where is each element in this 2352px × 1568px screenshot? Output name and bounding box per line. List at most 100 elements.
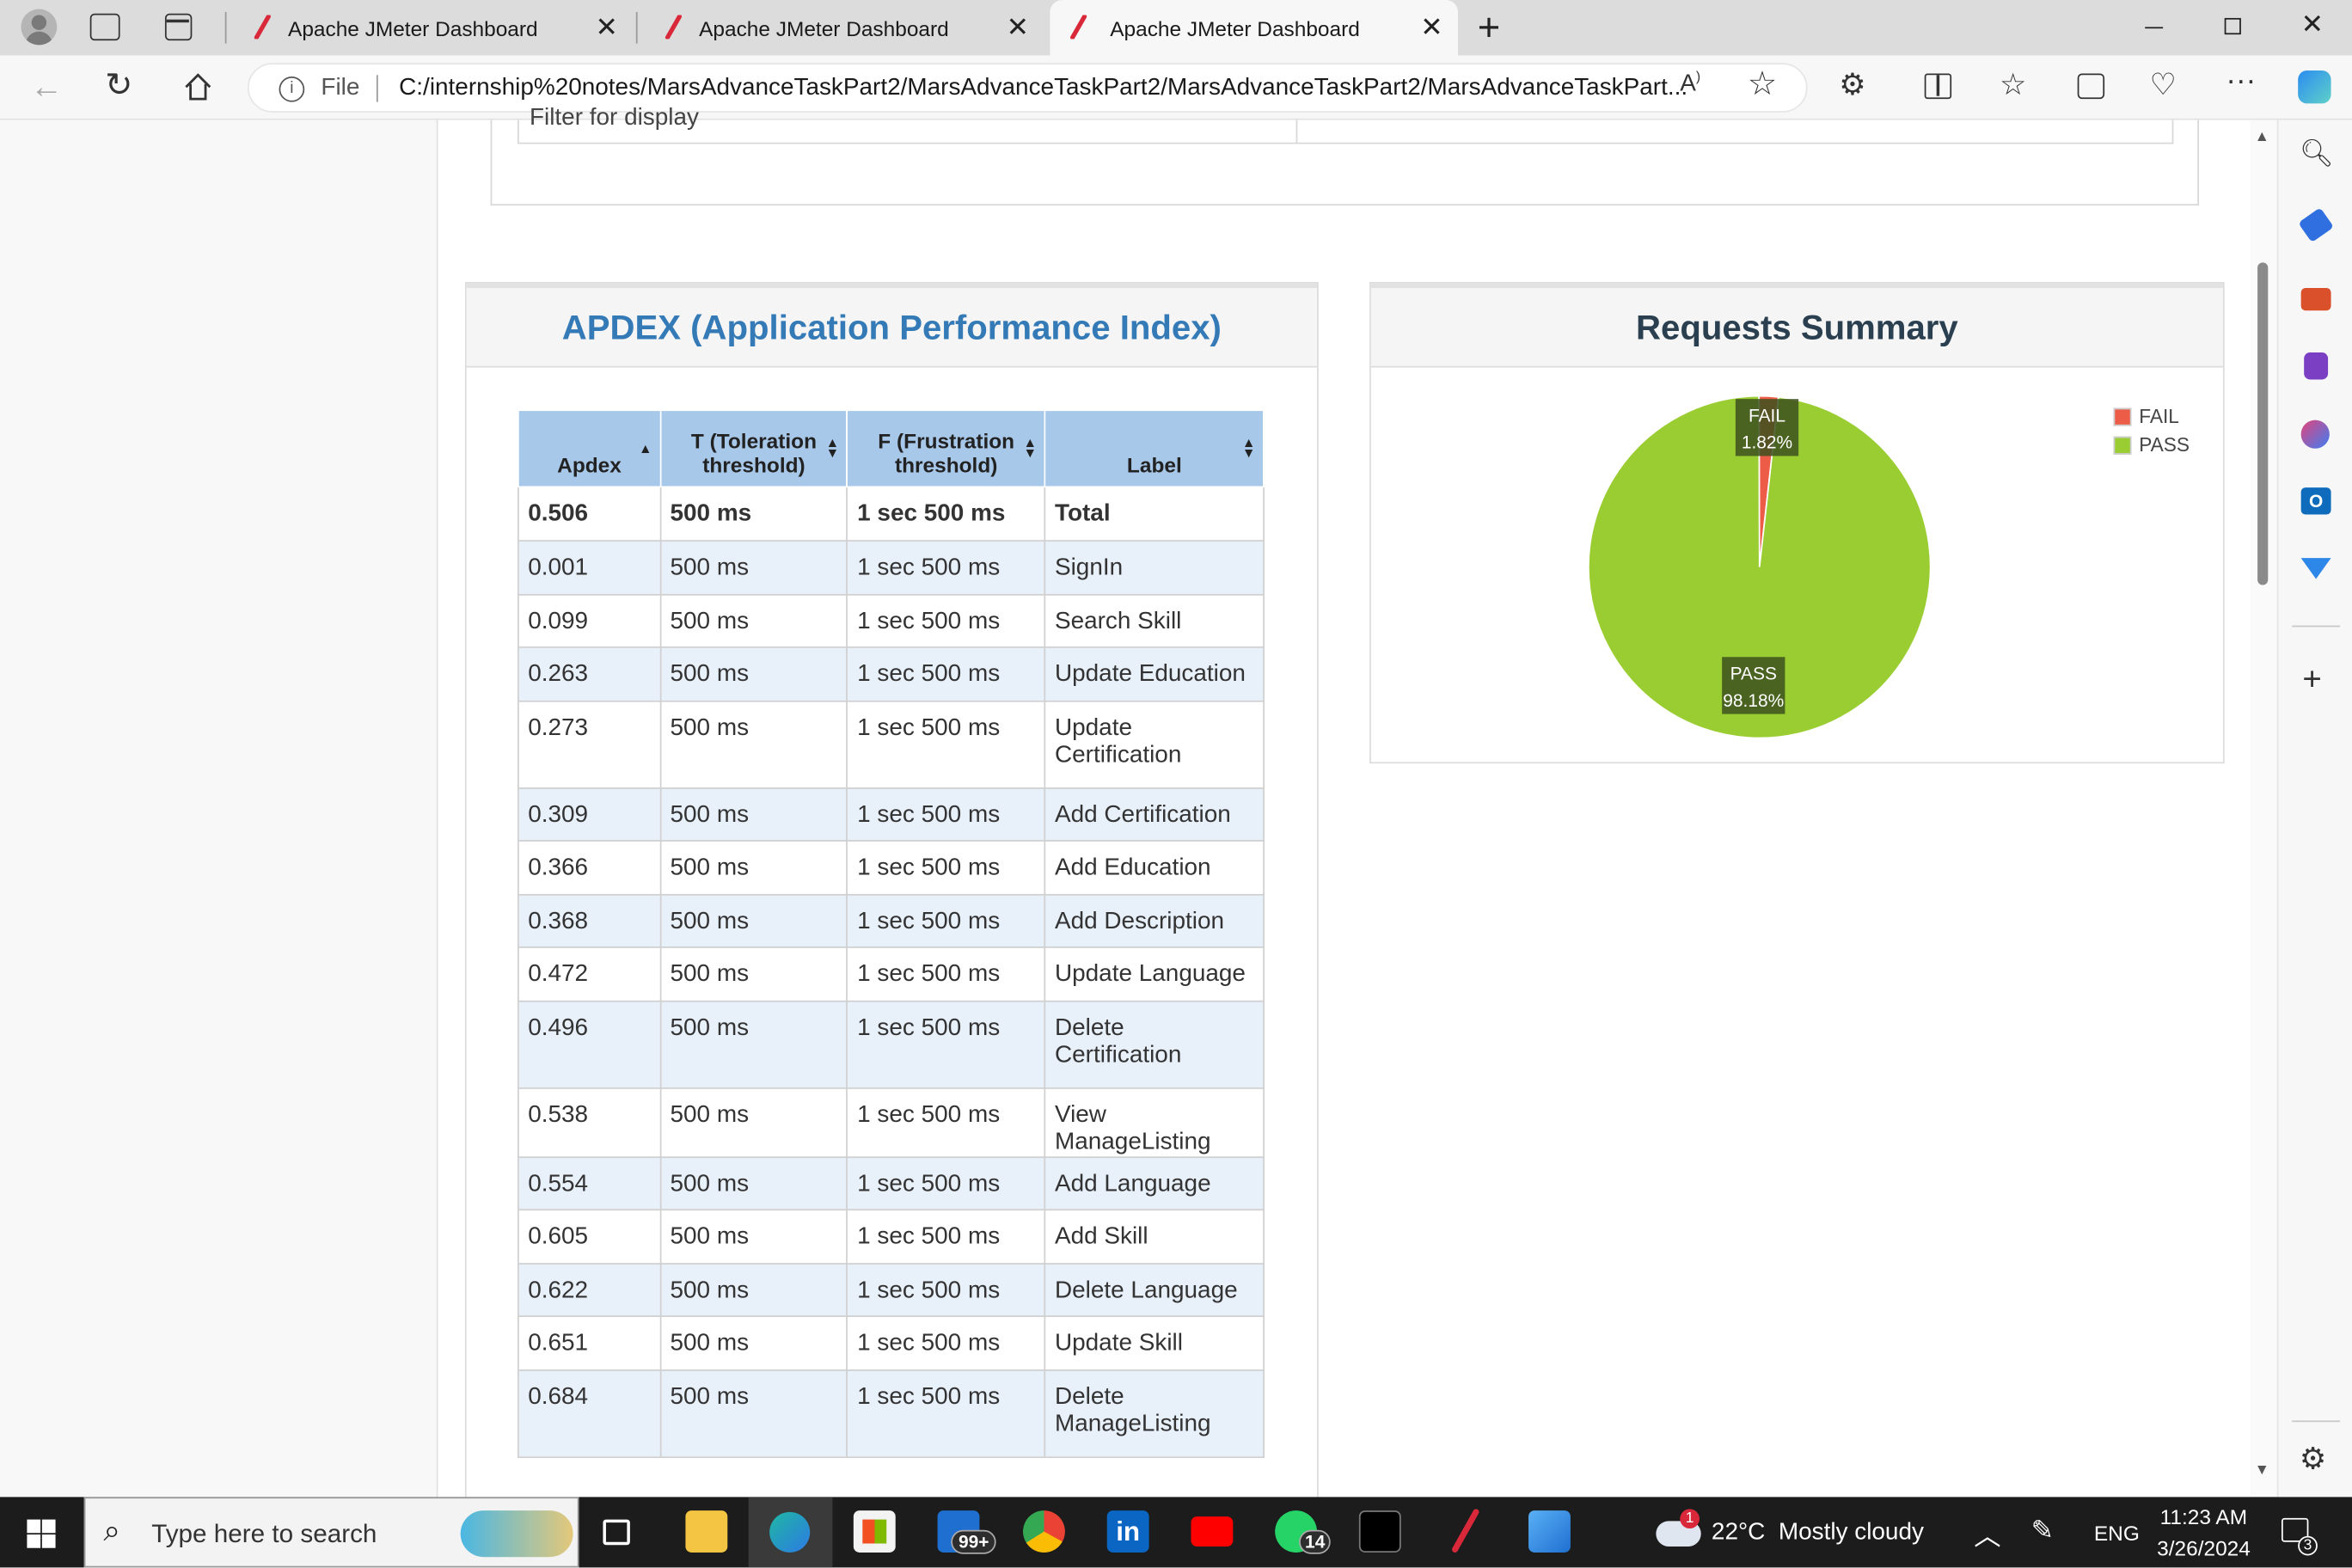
home-icon[interactable] (183, 72, 213, 102)
table-row: 0.368 500 ms 1 sec 500 ms Add Description (517, 893, 1265, 948)
jmeter-taskbar-icon[interactable] (1446, 1509, 1482, 1553)
close-tab-icon[interactable]: ✕ (1420, 12, 1442, 44)
legend-item-pass[interactable]: PASS (2113, 431, 2190, 459)
label-cell: Update Education (1044, 646, 1265, 701)
table-row: 0.309 500 ms 1 sec 500 ms Add Certification (517, 787, 1265, 842)
clock-date[interactable]: 3/26/2024 (2157, 1536, 2251, 1560)
toleration-cell: 500 ms (659, 1262, 848, 1318)
scroll-down-arrow-icon[interactable]: ▼ (2255, 1462, 2269, 1479)
table-row-total: 0.506 500 ms 1 sec 500 ms Total (517, 486, 1265, 542)
edge-taskbar-icon[interactable] (748, 1497, 833, 1568)
clock-time[interactable]: 11:23 AM (2160, 1504, 2247, 1528)
windows-start-icon[interactable] (27, 1519, 56, 1548)
show-hidden-icons-chevron-icon[interactable]: ︿ (1974, 1515, 2000, 1553)
label-cell: Update Skill (1044, 1315, 1265, 1370)
label-column-header[interactable]: Label ▲ ▼ (1044, 409, 1265, 488)
file-explorer-icon[interactable] (685, 1510, 728, 1553)
label-cell: Update Certification (1044, 699, 1265, 788)
scroll-up-arrow-icon[interactable]: ▲ (2255, 129, 2269, 145)
info-icon[interactable]: i (279, 76, 305, 102)
task-view-icon[interactable] (603, 1519, 630, 1546)
label-cell: View ManageListing (1044, 1087, 1265, 1158)
browser-tab[interactable]: Apache JMeter Dashboard ✕ (651, 0, 1044, 56)
frustration-cell: 1 sec 500 ms (846, 486, 1046, 542)
minimize-button[interactable] (2145, 27, 2164, 29)
more-options-icon[interactable]: ··· (2226, 64, 2256, 99)
workspaces-icon[interactable] (89, 13, 120, 41)
new-tab-button[interactable]: + (1478, 4, 1501, 51)
terminal-icon[interactable] (1358, 1510, 1401, 1553)
toleration-column-header[interactable]: T (Toleration threshold) ▲ ▼ (659, 409, 848, 488)
close-tab-icon[interactable]: ✕ (1007, 12, 1029, 44)
frustration-cell: 1 sec 500 ms (846, 540, 1046, 595)
label-cell: Add Certification (1044, 787, 1265, 842)
frustration-cell: 1 sec 500 ms (846, 593, 1046, 648)
linkedin-icon[interactable]: in (1106, 1510, 1149, 1553)
collections-icon[interactable] (2077, 73, 2105, 100)
table-row: 0.496 500 ms 1 sec 500 ms Delete Certificat… (517, 999, 1265, 1088)
refresh-icon[interactable]: ↻ (105, 66, 132, 105)
apdex-cell: 0.368 (517, 893, 662, 948)
search-icon[interactable]: 🔍︎ (2300, 138, 2334, 170)
vertical-tabs-icon[interactable] (164, 13, 193, 41)
chrome-icon[interactable] (1023, 1510, 1065, 1553)
browser-tab-active[interactable]: Apache JMeter Dashboard ✕ (1050, 0, 1459, 56)
split-screen-icon[interactable] (1924, 73, 1952, 100)
url-box[interactable]: i File C:/internship%20notes/MarsAdvance… (247, 63, 1808, 113)
table-row: 0.273 500 ms 1 sec 500 ms Update Certificat… (517, 699, 1265, 788)
page-scrollbar[interactable]: ▲ ▼ (2250, 119, 2277, 1498)
frustration-cell: 1 sec 500 ms (846, 1262, 1046, 1318)
taskbar-search-box[interactable]: ⌕ Type here to search (83, 1497, 579, 1568)
youtube-icon[interactable] (1191, 1516, 1234, 1547)
settings-gear-icon[interactable]: ⚙ (2300, 1440, 2326, 1478)
url-text[interactable]: C:/internship%20notes/MarsAdvanceTaskPar… (399, 75, 1687, 101)
browser-tab[interactable]: Apache JMeter Dashboard ✕ (240, 0, 633, 56)
edge-sidebar: 🔍︎ O + ⚙ (2276, 119, 2352, 1498)
table-row: 0.554 500 ms 1 sec 500 ms Add Language (517, 1155, 1265, 1211)
label-cell: Delete Certification (1044, 999, 1265, 1088)
frustration-cell: 1 sec 500 ms (846, 787, 1046, 842)
language-indicator[interactable]: ENG (2094, 1521, 2140, 1545)
profile-icon[interactable] (21, 9, 58, 46)
label-cell: Total (1044, 486, 1265, 542)
apdex-cell: 0.309 (517, 787, 662, 842)
weather-badge: 1 (1680, 1509, 1700, 1529)
microsoft-store-icon[interactable] (853, 1510, 896, 1553)
photos-icon[interactable] (1528, 1510, 1571, 1553)
read-aloud-icon[interactable]: A) (1680, 69, 1700, 98)
restore-button[interactable] (2224, 17, 2241, 35)
jmeter-feather-icon (254, 15, 271, 40)
pie-label-pass: PASS 98.18% (1722, 657, 1785, 714)
tab-title: Apache JMeter Dashboard (288, 15, 538, 40)
file-label: File (321, 75, 360, 101)
copilot-icon[interactable] (2298, 70, 2331, 104)
favorite-star-icon[interactable]: ☆ (1748, 64, 1777, 103)
close-window-button[interactable]: ✕ (2301, 9, 2324, 40)
weather-text[interactable]: 22°C Mostly cloudy (1712, 1520, 1924, 1547)
extensions-icon[interactable]: ⚙ (1839, 66, 1865, 104)
frustration-cell: 1 sec 500 ms (846, 893, 1046, 948)
legend-item-fail[interactable]: FAIL (2113, 402, 2190, 431)
frustration-column-header[interactable]: F (Frustration threshold) ▲ ▼ (846, 409, 1046, 488)
back-arrow-icon[interactable]: ← (30, 68, 63, 107)
games-icon[interactable] (2304, 352, 2329, 380)
send-icon[interactable] (2300, 558, 2331, 579)
scrollbar-thumb[interactable] (2257, 262, 2269, 585)
toleration-cell: 500 ms (659, 840, 848, 895)
label-cell: Search Skill (1044, 593, 1265, 648)
pie-label-name: PASS (1730, 664, 1777, 683)
pen-icon[interactable]: ✎ (2031, 1515, 2054, 1547)
favorites-icon[interactable]: ☆ (2000, 66, 2026, 104)
browser-essentials-icon[interactable]: ♡ (2149, 66, 2176, 104)
whatsapp-badge: 14 (1299, 1529, 1332, 1554)
microsoft365-icon[interactable] (2300, 420, 2330, 449)
add-sidebar-app-icon[interactable]: + (2302, 660, 2321, 699)
outlook-icon[interactable]: O (2300, 487, 2331, 515)
tools-briefcase-icon[interactable] (2300, 288, 2331, 311)
shopping-tag-icon[interactable] (2298, 207, 2334, 243)
close-tab-icon[interactable]: ✕ (596, 12, 618, 44)
apdex-column-header[interactable]: Apdex ▲ (517, 409, 662, 488)
filter-label-fragment: Filter for display (529, 105, 699, 131)
apdex-cell: 0.472 (517, 946, 662, 1001)
tab-bar: Apache JMeter Dashboard ✕ Apache JMeter … (0, 0, 2352, 56)
